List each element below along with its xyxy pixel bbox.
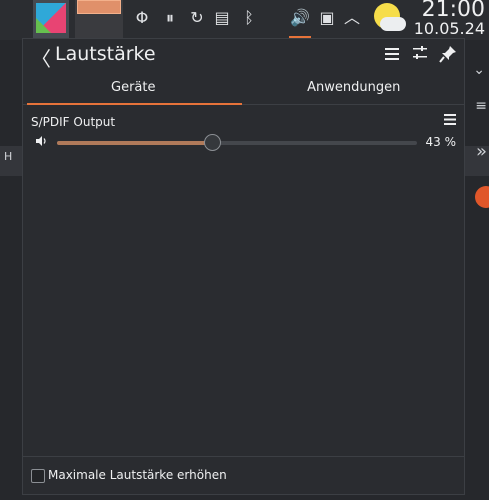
chevron-down-icon[interactable]: ⌄ xyxy=(473,62,485,78)
popup-title: Lautstärke xyxy=(55,43,156,65)
media-player-icon[interactable]: ⏸ xyxy=(160,7,180,29)
clock-date[interactable]: 10.05.24 xyxy=(414,19,485,38)
raise-max-volume-checkbox[interactable] xyxy=(31,469,45,483)
task-thumbnail-krita[interactable] xyxy=(33,0,69,38)
volume-popup: 〈 Lautstärke Geräte Anwendungen S/PDIF O… xyxy=(22,38,465,495)
tab-applications[interactable]: Anwendungen xyxy=(244,73,465,105)
kdeconnect-icon[interactable]: Φ xyxy=(132,7,152,29)
hamburger-menu-icon[interactable] xyxy=(381,45,403,67)
tab-devices[interactable]: Geräte xyxy=(23,73,244,105)
double-chevron-right-icon[interactable]: » xyxy=(476,141,487,162)
speaker-mute-icon[interactable] xyxy=(35,135,47,150)
menu-icon[interactable]: ≡ xyxy=(475,98,487,114)
popup-header: 〈 Lautstärke xyxy=(23,39,464,73)
background-label: H xyxy=(4,150,13,163)
popup-footer: Maximale Lautstärke erhöhen xyxy=(23,456,464,494)
top-panel: Φ ⏸ ↻ ▤ ᛒ 🔊 ▣ ︿ 21:00 10.05.24 xyxy=(0,0,489,40)
bluetooth-icon[interactable]: ᛒ xyxy=(239,7,259,29)
volume-slider-fill xyxy=(57,141,212,145)
device-name: S/PDIF Output xyxy=(31,115,116,129)
volume-percent: 43 % xyxy=(425,135,457,149)
pin-icon[interactable] xyxy=(437,45,459,67)
volume-slider[interactable] xyxy=(57,134,417,151)
volume-icon[interactable]: 🔊 xyxy=(290,7,310,29)
updates-icon[interactable]: ↻ xyxy=(187,7,207,29)
tab-bar: Geräte Anwendungen xyxy=(23,73,464,105)
device-menu-icon[interactable] xyxy=(444,113,456,129)
clipboard-icon[interactable]: ▤ xyxy=(212,7,232,29)
expand-tray-icon[interactable]: ︿ xyxy=(342,7,362,29)
weather-icon[interactable] xyxy=(372,3,406,33)
volume-slider-handle[interactable] xyxy=(204,134,221,151)
settings-sliders-icon[interactable] xyxy=(409,45,431,67)
back-icon[interactable]: 〈 xyxy=(31,43,51,72)
task-thumbnail-window[interactable] xyxy=(75,0,123,38)
network-icon[interactable]: ▣ xyxy=(317,7,337,29)
raise-max-volume-label[interactable]: Maximale Lautstärke erhöhen xyxy=(48,468,227,482)
